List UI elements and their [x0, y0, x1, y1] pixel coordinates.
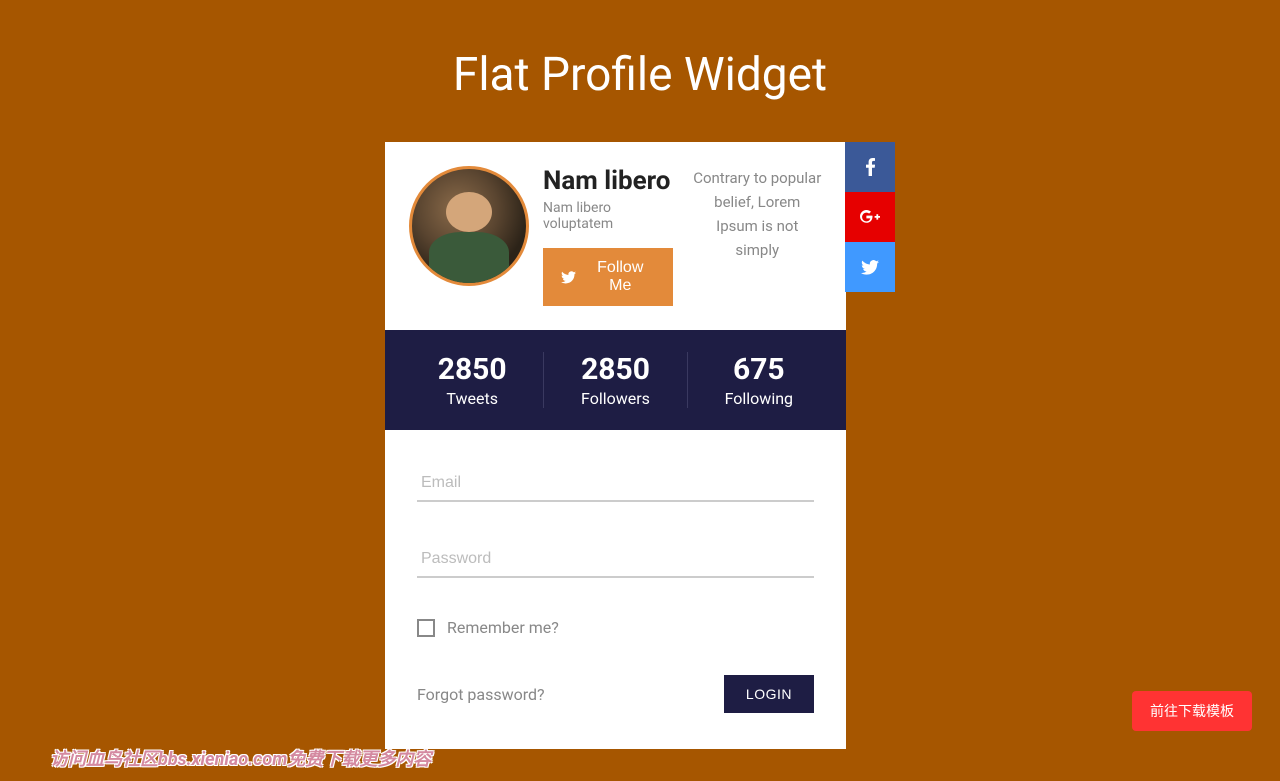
- forgot-password-link[interactable]: Forgot password?: [417, 685, 545, 704]
- stat-following-count: 675: [688, 352, 830, 387]
- stat-tweets-label: Tweets: [401, 389, 543, 408]
- avatar: [409, 166, 529, 286]
- twitter-link[interactable]: [845, 242, 895, 292]
- download-template-button[interactable]: 前往下载模板: [1132, 691, 1252, 731]
- google-plus-link[interactable]: [845, 192, 895, 242]
- stats-bar: 2850 Tweets 2850 Followers 675 Following: [385, 330, 846, 430]
- stat-following-label: Following: [688, 389, 830, 408]
- remember-checkbox[interactable]: [417, 619, 435, 637]
- form-bottom-row: Forgot password? LOGIN: [417, 675, 814, 713]
- profile-description: Contrary to popular belief, Lorem Ipsum …: [687, 166, 823, 306]
- profile-card: Nam libero Nam libero voluptatem Follow …: [385, 142, 846, 749]
- stat-tweets: 2850 Tweets: [401, 352, 543, 408]
- login-button[interactable]: LOGIN: [724, 675, 814, 713]
- google-plus-icon: [860, 210, 880, 224]
- email-field[interactable]: [417, 466, 814, 502]
- profile-name: Nam libero: [543, 166, 673, 196]
- stat-followers-count: 2850: [544, 352, 686, 387]
- stat-tweets-count: 2850: [401, 352, 543, 387]
- stat-followers-label: Followers: [544, 389, 686, 408]
- remember-label: Remember me?: [447, 618, 559, 637]
- profile-widget: Nam libero Nam libero voluptatem Follow …: [385, 142, 895, 749]
- stat-followers: 2850 Followers: [543, 352, 687, 408]
- facebook-link[interactable]: [845, 142, 895, 192]
- page-title: Flat Profile Widget: [0, 0, 1280, 142]
- twitter-icon: [861, 260, 879, 275]
- follow-button[interactable]: Follow Me: [543, 248, 673, 306]
- remember-row: Remember me?: [417, 618, 814, 637]
- login-form: Remember me? Forgot password? LOGIN: [385, 430, 846, 749]
- password-field[interactable]: [417, 542, 814, 578]
- social-bar: [845, 142, 895, 292]
- profile-tagline: Nam libero voluptatem: [543, 200, 673, 232]
- watermark: 访问血鸟社区bbs.xieniao.com免费下载更多内容: [50, 745, 431, 771]
- profile-header: Nam libero Nam libero voluptatem Follow …: [385, 142, 846, 330]
- twitter-icon: [561, 271, 576, 284]
- facebook-icon: [866, 158, 875, 176]
- follow-button-label: Follow Me: [586, 259, 654, 295]
- profile-info: Nam libero Nam libero voluptatem Follow …: [543, 166, 673, 306]
- stat-following: 675 Following: [688, 352, 830, 408]
